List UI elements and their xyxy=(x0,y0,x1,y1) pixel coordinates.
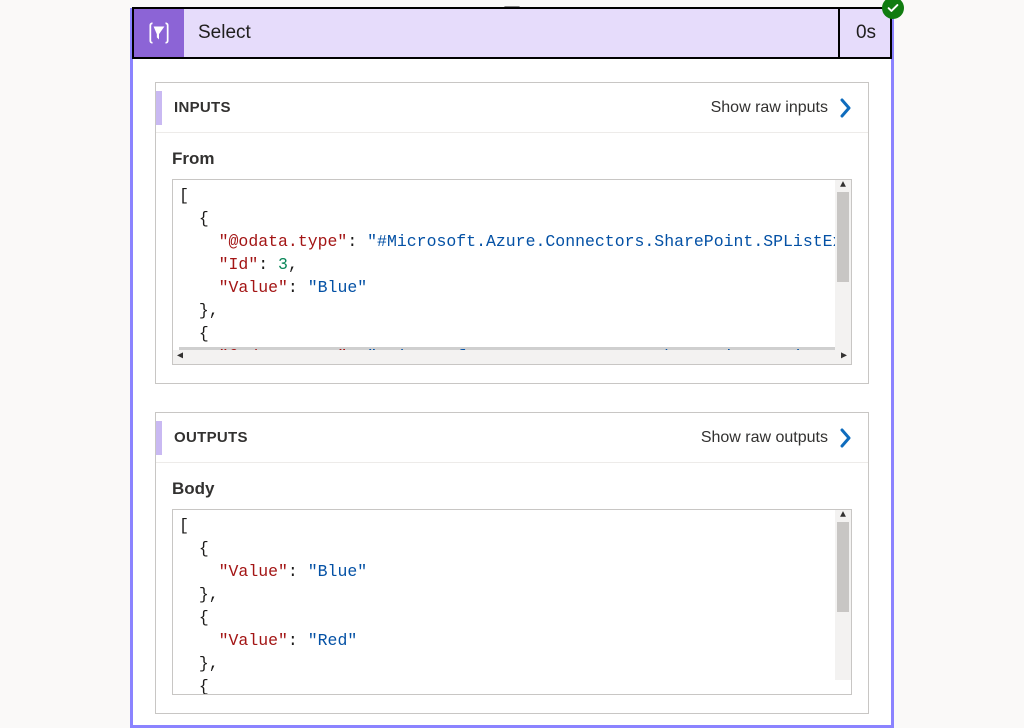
inputs-title: INPUTS xyxy=(162,99,711,116)
select-action-card: Select 0s INPUTS Show raw inputs From xyxy=(130,8,894,728)
chevron-right-icon xyxy=(838,98,854,118)
status-success-icon xyxy=(882,0,904,19)
inputs-from-label: From xyxy=(172,149,852,169)
action-header[interactable]: Select 0s xyxy=(132,7,892,59)
outputs-panel: OUTPUTS Show raw outputs Body [ { "Value… xyxy=(155,412,869,714)
action-title: Select xyxy=(184,9,838,57)
scroll-right-icon[interactable]: ▶ xyxy=(837,350,851,364)
outputs-body-value[interactable]: [ { "Value": "Blue" }, { "Value": "Red" … xyxy=(172,509,852,695)
scroll-left-icon[interactable]: ◀ xyxy=(173,350,187,364)
show-raw-outputs-label: Show raw outputs xyxy=(701,429,828,447)
action-duration: 0s xyxy=(838,9,892,57)
show-raw-inputs-label: Show raw inputs xyxy=(711,99,828,117)
inputs-panel-header: INPUTS Show raw inputs xyxy=(156,83,868,133)
outputs-title: OUTPUTS xyxy=(162,429,701,446)
vertical-scrollbar[interactable] xyxy=(835,510,851,680)
vertical-scrollbar[interactable] xyxy=(835,180,851,350)
outputs-body-label: Body xyxy=(172,479,852,499)
show-raw-outputs-link[interactable]: Show raw outputs xyxy=(701,428,868,448)
inputs-json: [ { "@odata.type": "#Microsoft.Azure.Con… xyxy=(173,180,851,365)
show-raw-inputs-link[interactable]: Show raw inputs xyxy=(711,98,868,118)
horizontal-scrollbar[interactable]: ◀ ▶ xyxy=(173,350,851,364)
chevron-right-icon xyxy=(838,428,854,448)
outputs-json: [ { "Value": "Blue" }, { "Value": "Red" … xyxy=(173,510,851,695)
data-operations-icon xyxy=(134,9,184,57)
inputs-from-value[interactable]: [ { "@odata.type": "#Microsoft.Azure.Con… xyxy=(172,179,852,365)
outputs-panel-header: OUTPUTS Show raw outputs xyxy=(156,413,868,463)
inputs-panel: INPUTS Show raw inputs From [ { "@odata.… xyxy=(155,82,869,384)
